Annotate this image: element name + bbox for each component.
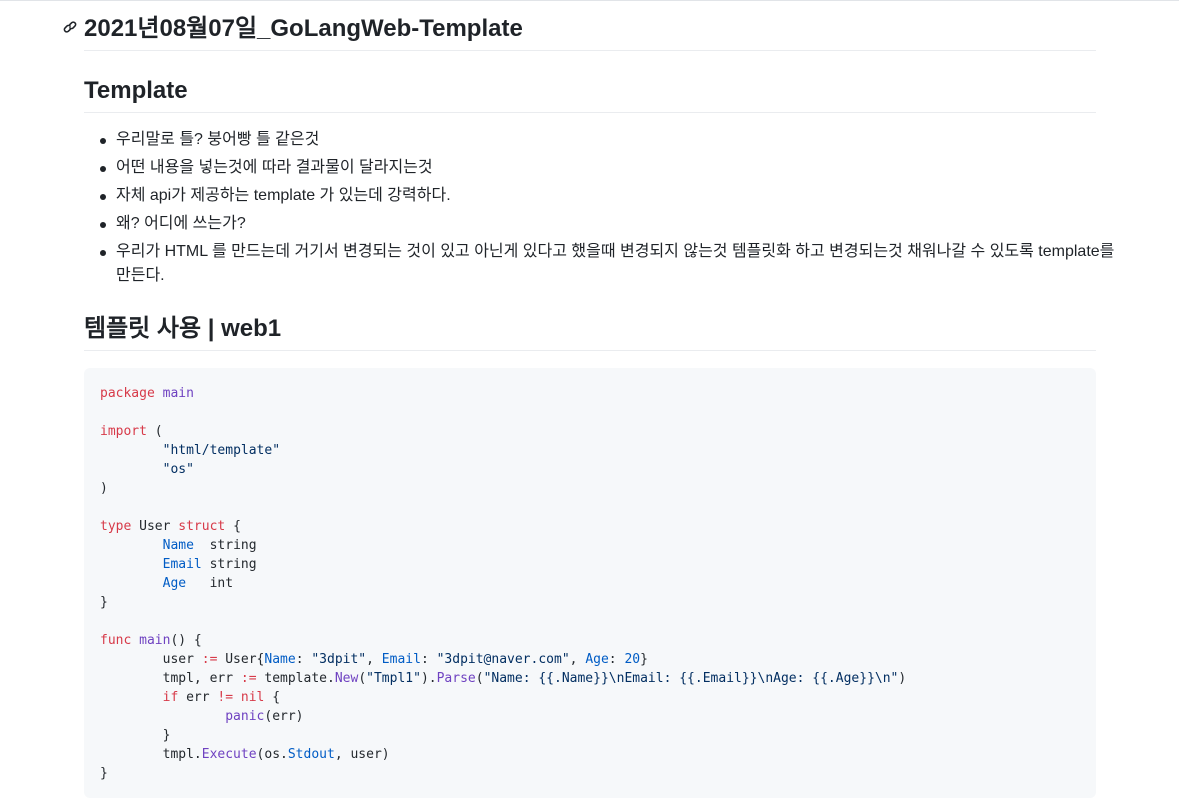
list-item-text: 어떤 내용을 넣는것에 따라 결과물이 달라지는것 — [116, 159, 433, 176]
code-line: } — [100, 728, 171, 743]
link-icon[interactable] — [62, 19, 80, 37]
list-item-text: 왜? 어디에 쓰는가? — [116, 215, 246, 232]
code-line: } — [100, 766, 108, 781]
list-item: 우리가 HTML 를 만드는데 거기서 변경되는 것이 있고 아닌게 있다고 했… — [100, 240, 1128, 288]
code-line: func main() { — [100, 633, 202, 648]
code-line: panic(err) — [225, 709, 304, 724]
code-content: package main import ( "html/template" "o… — [100, 384, 1080, 783]
code-line: } — [100, 595, 108, 610]
code-line: Age int — [162, 576, 234, 591]
template-bullet-list: 우리말로 틀? 붕어빵 틀 같은것 어떤 내용을 넣는것에 따라 결과물이 달라… — [84, 128, 1128, 292]
page-title-text: 2021년08월07일_GoLangWeb-Template — [84, 15, 523, 42]
top-border — [0, 0, 1179, 1]
code-line: package main — [100, 386, 194, 401]
list-item: 자체 api가 제공하는 template 가 있는데 강력하다. — [100, 184, 1128, 208]
list-item-text: 우리가 HTML 를 만드는데 거기서 변경되는 것이 있고 아닌게 있다고 했… — [116, 243, 1115, 284]
code-line: tmpl, err := template.New("Tmpl1").Parse… — [100, 671, 907, 686]
code-line: tmpl.Execute(os.Stdout, user) — [100, 747, 390, 762]
code-line: Name string — [162, 538, 257, 553]
code-line: "os" — [162, 462, 194, 477]
code-line: import ( — [100, 424, 163, 439]
list-item: 왜? 어디에 쓰는가? — [100, 212, 1128, 236]
code-line: type User struct { — [100, 519, 241, 534]
code-line: "html/template" — [162, 443, 281, 458]
link-icon-svg — [63, 21, 77, 33]
code-line: if err != nil { — [162, 690, 281, 705]
code-line: ) — [100, 481, 108, 496]
list-item-text: 자체 api가 제공하는 template 가 있는데 강력하다. — [116, 187, 451, 204]
code-line: Email string — [162, 557, 257, 572]
list-item: 우리말로 틀? 붕어빵 틀 같은것 — [100, 128, 1128, 152]
list-item-text: 우리말로 틀? 붕어빵 틀 같은것 — [116, 131, 320, 148]
code-block[interactable]: package main import ( "html/template" "o… — [84, 368, 1096, 798]
list-item: 어떤 내용을 넣는것에 따라 결과물이 달라지는것 — [100, 156, 1128, 180]
section-heading-template: Template — [84, 76, 1096, 113]
page-title: 2021년08월07일_GoLangWeb-Template — [63, 14, 1096, 51]
code-line: user := User{Name: "3dpit", Email: "3dpi… — [100, 652, 648, 667]
section-heading-web1: 템플릿 사용 | web1 — [84, 314, 1096, 351]
